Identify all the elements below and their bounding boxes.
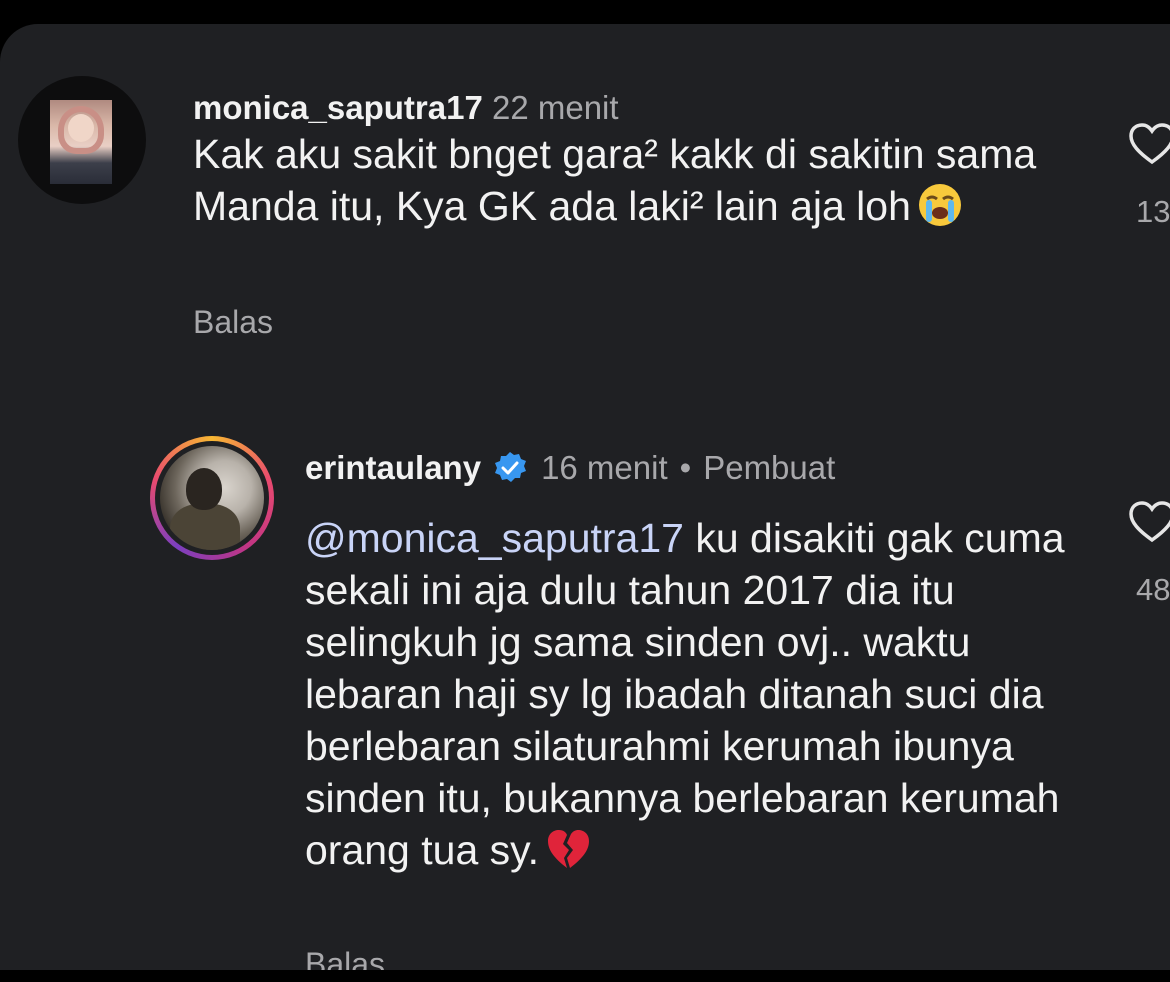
- like-button[interactable]: 13: [1128, 122, 1170, 229]
- comment-username[interactable]: erintaulany: [305, 449, 481, 486]
- comment-username[interactable]: monica_saputra17: [193, 89, 483, 126]
- broken-heart-icon: [548, 830, 589, 868]
- like-count: 13: [1136, 194, 1170, 229]
- mention-link[interactable]: @monica_saputra17: [305, 515, 684, 561]
- comment-text: Kak aku sakit bnget gara² kakk di sakiti…: [193, 128, 1073, 232]
- screen-frame: monica_saputra17 22 menit Kak aku sakit …: [0, 0, 1170, 982]
- creator-label: Pembuat: [703, 449, 836, 486]
- heart-outline-icon: [1129, 501, 1170, 543]
- verified-badge-icon: [495, 452, 527, 482]
- comment-text: @monica_saputra17 ku disakiti gak cuma s…: [305, 512, 1075, 876]
- avatar-photo: [50, 100, 112, 184]
- reply-button[interactable]: Balas: [305, 944, 385, 970]
- avatar-body: [170, 504, 240, 550]
- avatar-face: [68, 114, 94, 142]
- avatar[interactable]: [18, 76, 146, 204]
- comments-sheet: monica_saputra17 22 menit Kak aku sakit …: [0, 24, 1170, 970]
- like-count: 48: [1136, 572, 1170, 607]
- heart-outline-icon: [1129, 123, 1170, 165]
- reply-button[interactable]: Balas: [193, 302, 273, 342]
- avatar-story-ring[interactable]: [150, 436, 274, 560]
- like-button[interactable]: 48: [1128, 500, 1170, 607]
- comment-meta: erintaulany 16 menit • Pembuat: [305, 448, 835, 488]
- comment-time: 22 menit: [491, 89, 619, 126]
- avatar: [160, 446, 264, 550]
- comment-body: Kak aku sakit bnget gara² kakk di sakiti…: [193, 131, 1037, 229]
- comment-body: ku disakiti gak cuma sekali ini aja dulu…: [305, 515, 1065, 873]
- avatar-head: [186, 468, 222, 510]
- separator-dot: •: [679, 449, 692, 486]
- comment-item: monica_saputra17 22 menit Kak aku sakit …: [0, 24, 1170, 384]
- comment-meta: monica_saputra17 22 menit: [193, 88, 619, 128]
- comment-time: 16 menit: [541, 449, 668, 486]
- loudly-crying-face-icon: [918, 184, 961, 226]
- comment-item: erintaulany 16 menit • Pembuat @monica_sap…: [0, 384, 1170, 970]
